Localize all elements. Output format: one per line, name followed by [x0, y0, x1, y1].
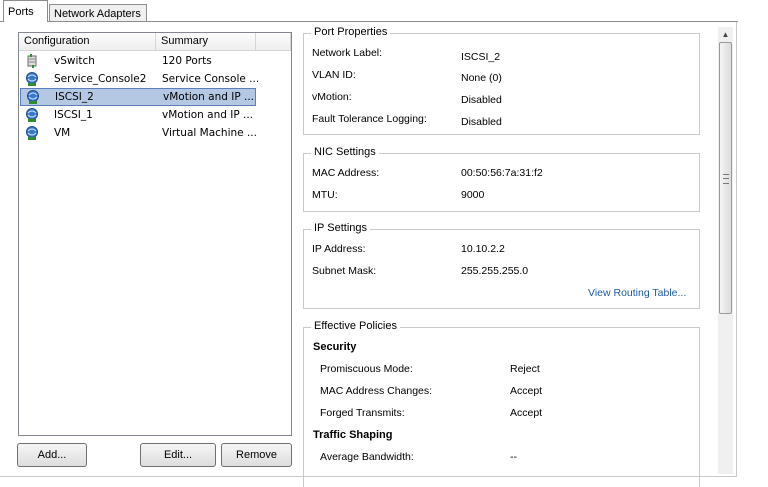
fault-tolerance-value: Disabled — [461, 116, 502, 128]
edit-button[interactable]: Edit... — [140, 443, 216, 467]
forged-transmits-value: Accept — [510, 407, 543, 419]
scroll-thumb[interactable] — [719, 42, 732, 314]
list-item[interactable]: ISCSI_1 vMotion and IP ... — [19, 106, 291, 124]
ip-address-value: 10.10.2.2 — [461, 243, 505, 255]
row-summary: 120 Ports — [162, 55, 212, 67]
vmotion-value: Disabled — [461, 94, 502, 106]
mtu-label: MTU: — [312, 189, 338, 201]
port-group-icon — [26, 72, 38, 86]
remove-button[interactable]: Remove — [221, 443, 292, 467]
forged-transmits-label: Forged Transmits: — [320, 407, 405, 419]
row-configuration: VM — [54, 127, 71, 139]
row-configuration: ISCSI_1 — [54, 109, 93, 121]
fault-tolerance-label: Fault Tolerance Logging: — [312, 113, 427, 125]
network-label-label: Network Label: — [312, 47, 383, 59]
row-configuration: vSwitch — [54, 55, 95, 67]
column-header-configuration[interactable]: Configuration — [19, 33, 156, 51]
row-summary: vMotion and IP ... — [162, 109, 254, 121]
add-button[interactable]: Add... — [17, 443, 87, 467]
column-header-filler — [256, 33, 291, 51]
column-header-summary[interactable]: Summary — [156, 33, 256, 51]
ip-address-label: IP Address: — [312, 243, 366, 255]
tab-ports[interactable]: Ports — [3, 0, 48, 22]
mtu-value: 9000 — [461, 189, 485, 201]
list-item[interactable]: vSwitch 120 Ports — [19, 52, 291, 70]
vlan-id-label: VLAN ID: — [312, 69, 356, 81]
average-bandwidth-value: -- — [510, 451, 517, 463]
group-title: Effective Policies — [311, 320, 400, 332]
row-summary: vMotion and IP ... — [163, 91, 255, 103]
row-summary: Virtual Machine ... — [162, 127, 257, 139]
promiscuous-mode-value: Reject — [510, 363, 540, 375]
scroll-up-arrow-icon[interactable]: ▲ — [718, 27, 733, 42]
list-item-selected[interactable]: ISCSI_2 vMotion and IP ... — [20, 88, 256, 106]
row-configuration: Service_Console2 — [54, 73, 147, 85]
network-label-value: ISCSI_2 — [461, 51, 501, 63]
vertical-scrollbar[interactable]: ▲ — [718, 27, 733, 474]
mac-address-value: 00:50:56:7a:31:f2 — [461, 167, 543, 179]
subnet-mask-label: Subnet Mask: — [312, 265, 377, 277]
group-title: Port Properties — [311, 26, 391, 38]
mac-address-label: MAC Address: — [312, 167, 380, 179]
group-title: IP Settings — [311, 222, 370, 234]
tab-network-adapters[interactable]: Network Adapters — [49, 4, 147, 22]
security-heading: Security — [313, 341, 357, 353]
row-summary: Service Console ... — [162, 73, 260, 85]
mac-address-changes-value: Accept — [510, 385, 543, 397]
mac-address-changes-label: MAC Address Changes: — [320, 385, 433, 397]
port-list[interactable]: Configuration Summary vSwitch 120 Ports … — [18, 32, 292, 436]
port-group-icon — [26, 108, 38, 122]
promiscuous-mode-label: Promiscuous Mode: — [320, 363, 413, 375]
grip-icon — [723, 174, 729, 184]
port-group-icon — [27, 90, 39, 104]
nic-settings-group: NIC Settings — [303, 146, 700, 212]
row-configuration: ISCSI_2 — [55, 91, 94, 103]
average-bandwidth-label: Average Bandwidth: — [320, 451, 414, 463]
list-item[interactable]: Service_Console2 Service Console ... — [19, 70, 291, 88]
vmotion-label: vMotion: — [312, 91, 352, 103]
group-title: NIC Settings — [311, 146, 379, 158]
view-routing-table-link[interactable]: View Routing Table... — [588, 287, 686, 299]
subnet-mask-value: 255.255.255.0 — [461, 265, 529, 277]
list-item[interactable]: VM Virtual Machine ... — [19, 124, 291, 142]
vswitch-icon — [27, 54, 37, 68]
port-group-icon — [26, 126, 38, 140]
vlan-id-value: None (0) — [461, 72, 502, 84]
traffic-shaping-heading: Traffic Shaping — [313, 429, 393, 441]
